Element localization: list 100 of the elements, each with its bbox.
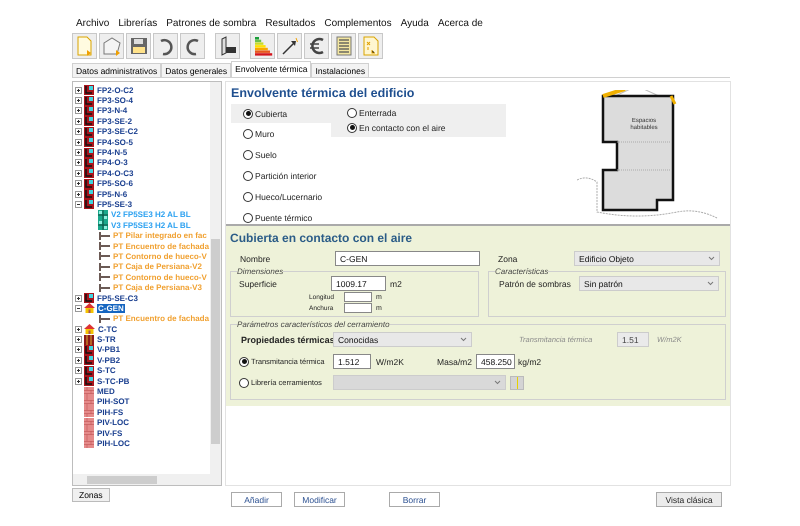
tree-item[interactable]: FP4-O-3 [96,158,129,168]
brick-icon [84,386,94,397]
radio-button[interactable] [243,192,254,202]
group-legend: Dimensiones [237,267,284,276]
tree-item[interactable]: FP4-O-C3 [96,168,134,178]
collapse-toggle[interactable] [75,304,82,312]
wall-icon [84,168,94,178]
tree-item[interactable]: S-TC [96,366,117,376]
tree-item[interactable]: FP4-N-5 [96,148,128,158]
area-field[interactable]: 1009.17 [331,276,386,291]
tree-item[interactable]: S-TC-PB [96,376,130,386]
menu-item[interactable]: Resultados [265,18,316,28]
dimension-field[interactable] [344,292,372,302]
radio-button[interactable] [239,378,250,388]
expand-toggle[interactable] [75,356,82,364]
wall-icon [84,376,94,386]
tab[interactable]: Instalaciones [311,63,370,77]
tree-item[interactable]: FP3-SE-C2 [96,127,139,136]
action-button[interactable]: Vista clásica [656,492,722,507]
radio-button[interactable] [243,128,254,138]
menu-item[interactable]: Archivo [76,18,110,28]
tree-item[interactable]: FP2-O-C2 [96,86,134,95]
expand-toggle[interactable] [75,378,82,385]
action-button[interactable]: Añadir [231,492,282,507]
tab[interactable]: Zonas [72,488,110,502]
tree-item[interactable]: FP5-N-6 [96,190,128,199]
tree-item[interactable]: FP3-SO-4 [96,96,134,106]
radio-button[interactable] [347,122,358,132]
wall-icon [84,344,94,355]
menu-item[interactable]: Ayuda [400,18,429,28]
expand-toggle[interactable] [75,336,82,344]
expand-toggle[interactable] [75,128,82,136]
expand-toggle[interactable] [75,294,82,302]
expand-toggle[interactable] [75,149,82,156]
radio-button[interactable] [243,108,254,118]
window-icon [98,220,108,230]
option-label: Partición interior [255,170,316,180]
expand-toggle[interactable] [75,326,82,333]
action-button[interactable]: Modificar [294,492,346,507]
expand-toggle[interactable] [75,159,82,166]
tree-item[interactable]: FP3-SE-2 [96,116,134,126]
tree-item[interactable]: PIH-LOC [96,438,131,448]
tree-item[interactable]: FP5-SE-C3 [96,294,139,302]
tree-item[interactable]: FP5-SO-6 [96,179,134,188]
tree-item[interactable]: S-TR [96,335,117,344]
expand-toggle[interactable] [75,367,82,374]
radio-button[interactable] [239,356,250,366]
expand-toggle[interactable] [75,346,82,354]
tree-item[interactable]: V-PB1 [96,345,122,354]
menu-item[interactable]: Acerca de [438,18,483,28]
expand-toggle[interactable] [75,180,82,188]
section-title: Envolvente térmica del edificio [231,86,416,100]
expand-toggle[interactable] [75,86,82,94]
menu-item[interactable]: Complementos [324,18,392,28]
wall-icon [84,189,94,200]
tab[interactable]: Envolvente térmica [231,61,312,77]
expand-toggle[interactable] [75,138,82,146]
option-label: Enterrada [359,108,396,118]
transmittance-field[interactable]: 1.512 [333,354,372,369]
expand-toggle[interactable] [75,170,82,177]
action-button[interactable]: Borrar [389,492,440,507]
tree-item[interactable]: PIV-FS [96,428,124,438]
name-field[interactable]: C-GEN [335,251,480,266]
tree-item[interactable]: C-GEN [97,304,125,313]
transmittance-field[interactable]: 1.51 [617,332,650,347]
tree-item[interactable]: PIV-LOC [96,418,130,428]
option-label: Puente térmico [255,212,312,222]
caret-icon [707,281,714,286]
zone-dropdown[interactable]: Edificio Objeto [574,251,720,266]
expand-toggle[interactable] [75,97,82,104]
radio-button[interactable] [243,170,254,180]
scrollbar[interactable] [73,474,222,485]
tab[interactable]: Datos administrativos [72,63,162,77]
menu-item[interactable]: Patrones de sombra [166,18,256,28]
radio-button[interactable] [243,150,254,160]
wall-icon [84,199,94,210]
expand-toggle[interactable] [75,190,82,198]
tree-item[interactable]: FP3-N-4 [96,106,128,116]
tree-item[interactable]: PIH-FS [96,408,124,417]
scrollbar[interactable] [210,82,222,474]
radio-button[interactable] [243,212,254,222]
tree-item[interactable]: PIH-SOT [96,397,130,406]
expand-toggle[interactable] [75,118,82,125]
wall-icon [84,137,94,148]
field-label: Patrón de sombras [499,278,572,288]
tab[interactable]: Datos generales [161,63,232,77]
menu-item[interactable]: Librerías [118,18,158,28]
radio-button[interactable] [347,108,358,118]
mass-field[interactable]: 458.250 [476,354,515,369]
tree-item[interactable]: MED [96,387,116,396]
thermal-bridge-icon [98,262,110,272]
shadow-pattern-dropdown[interactable]: Sin patrón [579,276,720,291]
tree-item[interactable]: V-PB2 [96,356,122,365]
thermal-properties-dropdown[interactable]: Conocidas [333,332,472,347]
tree-item[interactable]: C-TC [97,324,118,334]
dimension-field[interactable] [344,303,372,313]
collapse-toggle[interactable] [75,200,82,208]
expand-toggle[interactable] [75,107,82,114]
tree-item[interactable]: FP4-SO-5 [96,138,134,147]
tree-item[interactable]: FP5-SE-3 [96,200,134,209]
